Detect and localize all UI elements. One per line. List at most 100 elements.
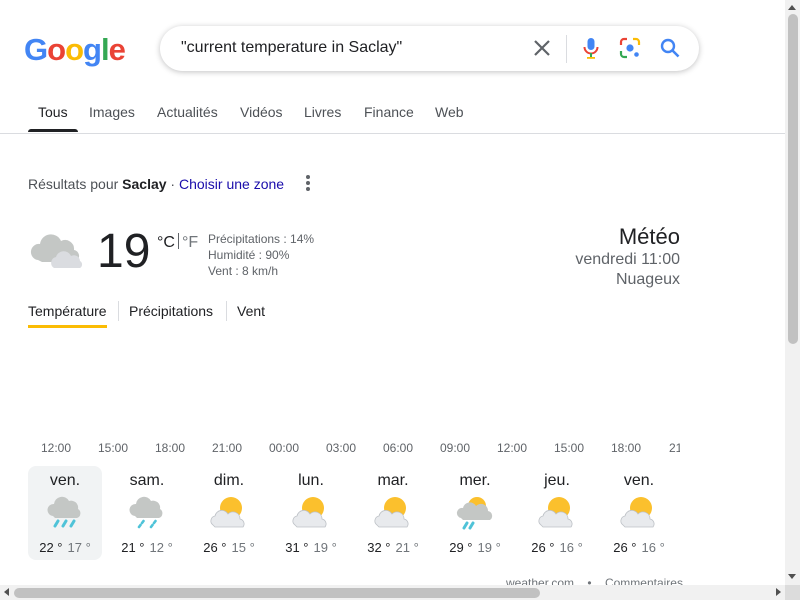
- day-high: 26 °: [531, 540, 555, 555]
- day-name: mar.: [377, 472, 409, 489]
- day-low: 21 °: [395, 540, 419, 555]
- scattered-showers-icon: [456, 497, 493, 530]
- scroll-right-icon[interactable]: [776, 588, 781, 596]
- scrollbar-corner: [785, 585, 800, 600]
- day-forecast[interactable]: mar. 32 ° 21 °: [356, 466, 430, 560]
- vertical-scroll-thumb[interactable]: [788, 14, 798, 344]
- precipitation-text: Précipitations : 14%: [208, 232, 315, 246]
- day-high: 32 °: [367, 540, 391, 555]
- choose-zone-link[interactable]: Choisir une zone: [179, 176, 284, 192]
- scroll-up-icon[interactable]: [788, 5, 796, 10]
- tab-livres[interactable]: Livres: [304, 104, 341, 120]
- day-high: 21 °: [121, 540, 145, 555]
- showers-icon: [129, 496, 163, 529]
- location-place: Saclay: [122, 176, 167, 192]
- hour-label: 03:00: [325, 441, 357, 455]
- day-name: sam.: [129, 472, 165, 489]
- partly-cloudy-icon: [620, 497, 655, 528]
- search-input[interactable]: "current temperature in Saclay": [181, 39, 402, 57]
- tab-videos[interactable]: Vidéos: [240, 104, 283, 120]
- scroll-down-icon[interactable]: [788, 574, 796, 579]
- day-name: dim.: [213, 472, 245, 489]
- day-forecast[interactable]: mer. 29 ° 19 °: [438, 466, 512, 560]
- search-icon[interactable]: [658, 36, 682, 60]
- hour-label: 15:00: [97, 441, 129, 455]
- hour-label: 21:00: [211, 441, 243, 455]
- mic-icon[interactable]: [579, 36, 603, 60]
- hour-label: 12:00: [40, 441, 72, 455]
- logo-letter: e: [108, 32, 126, 67]
- day-name: lun.: [298, 472, 324, 489]
- day-low: 16 °: [559, 540, 583, 555]
- tab-images[interactable]: Images: [89, 104, 135, 120]
- search-divider: [566, 35, 567, 63]
- hour-label: 12:00: [496, 441, 528, 455]
- day-high: 26 °: [613, 540, 637, 555]
- day-forecast[interactable]: ven. 26 ° 16 °: [602, 466, 676, 560]
- day-name: mer.: [459, 472, 491, 489]
- hour-label: 18:00: [610, 441, 642, 455]
- logo-letter: G: [24, 32, 48, 67]
- day-name: ven.: [623, 472, 655, 489]
- location-line: Résultats pour Saclay · Choisir une zone: [28, 176, 284, 192]
- tab-finance[interactable]: Finance: [364, 104, 414, 120]
- more-options-icon[interactable]: [300, 173, 316, 193]
- active-tab-indicator: [28, 129, 78, 132]
- unit-toggle: °C °F: [157, 233, 198, 252]
- day-forecast[interactable]: ven. 22 ° 17 °: [28, 466, 102, 560]
- tab-vent[interactable]: Vent: [237, 303, 265, 319]
- hour-label: 00:00: [268, 441, 300, 455]
- partly-cloudy-icon: [210, 497, 245, 528]
- weather-header: Météo vendredi 11:00 Nuageux: [575, 224, 680, 290]
- day-low: 19 °: [313, 540, 337, 555]
- logo-letter: o: [47, 32, 66, 67]
- unit-celsius[interactable]: °C: [157, 234, 175, 251]
- hour-label: 09:00: [439, 441, 471, 455]
- day-forecast[interactable]: dim. 26 ° 15 °: [192, 466, 266, 560]
- day-forecast[interactable]: sam. 21 ° 12 °: [110, 466, 184, 560]
- lens-icon[interactable]: [618, 36, 642, 60]
- location-prefix: Résultats pour: [28, 176, 123, 192]
- humidity-text: Humidité : 90%: [208, 248, 290, 262]
- day-low: 15 °: [231, 540, 255, 555]
- location-sep: ·: [166, 176, 179, 192]
- weather-details: Précipitations : 14% Humidité : 90% Vent…: [208, 231, 314, 279]
- unit-fahrenheit[interactable]: °F: [182, 234, 198, 251]
- day-forecast[interactable]: lun. 31 ° 19 °: [274, 466, 348, 560]
- hour-label: 06:00: [382, 441, 414, 455]
- rain-icon: [47, 496, 81, 528]
- day-low: 16 °: [641, 540, 665, 555]
- current-temperature: 19: [97, 225, 151, 278]
- horizontal-scroll-thumb[interactable]: [14, 588, 540, 598]
- day-low: 17 °: [67, 540, 91, 555]
- tab-precipitations[interactable]: Précipitations: [129, 303, 213, 319]
- logo-letter: g: [83, 32, 102, 67]
- logo-letter: l: [100, 32, 110, 67]
- weather-datetime: vendredi 11:00: [575, 251, 680, 268]
- day-high: 26 °: [203, 540, 227, 555]
- tab-tous[interactable]: Tous: [38, 104, 68, 120]
- tabs-divider: [0, 133, 785, 134]
- wind-text: Vent : 8 km/h: [208, 264, 279, 278]
- tab-actualites[interactable]: Actualités: [157, 104, 218, 120]
- close-icon[interactable]: [530, 36, 554, 60]
- scroll-left-icon[interactable]: [4, 588, 9, 596]
- day-low: 12 °: [149, 540, 173, 555]
- weather-tab-indicator: [28, 325, 107, 328]
- partly-cloudy-icon: [292, 497, 327, 528]
- weather-condition: Nuageux: [615, 271, 680, 288]
- cloud-icon: [30, 230, 86, 275]
- tab-temperature[interactable]: Température: [28, 303, 107, 319]
- day-low: 19 °: [477, 540, 501, 555]
- search-box[interactable]: "current temperature in Saclay": [160, 26, 699, 71]
- hour-label: 15:00: [553, 441, 585, 455]
- day-high: 29 °: [449, 540, 473, 555]
- tab-web[interactable]: Web: [435, 104, 464, 120]
- hour-label: 18:00: [154, 441, 186, 455]
- google-logo[interactable]: Google: [24, 32, 126, 67]
- day-forecast[interactable]: jeu. 26 ° 16 °: [520, 466, 594, 560]
- day-high: 31 °: [285, 540, 309, 555]
- logo-letter: o: [65, 32, 84, 67]
- day-high: 22 °: [39, 540, 63, 555]
- partly-cloudy-icon: [538, 497, 573, 528]
